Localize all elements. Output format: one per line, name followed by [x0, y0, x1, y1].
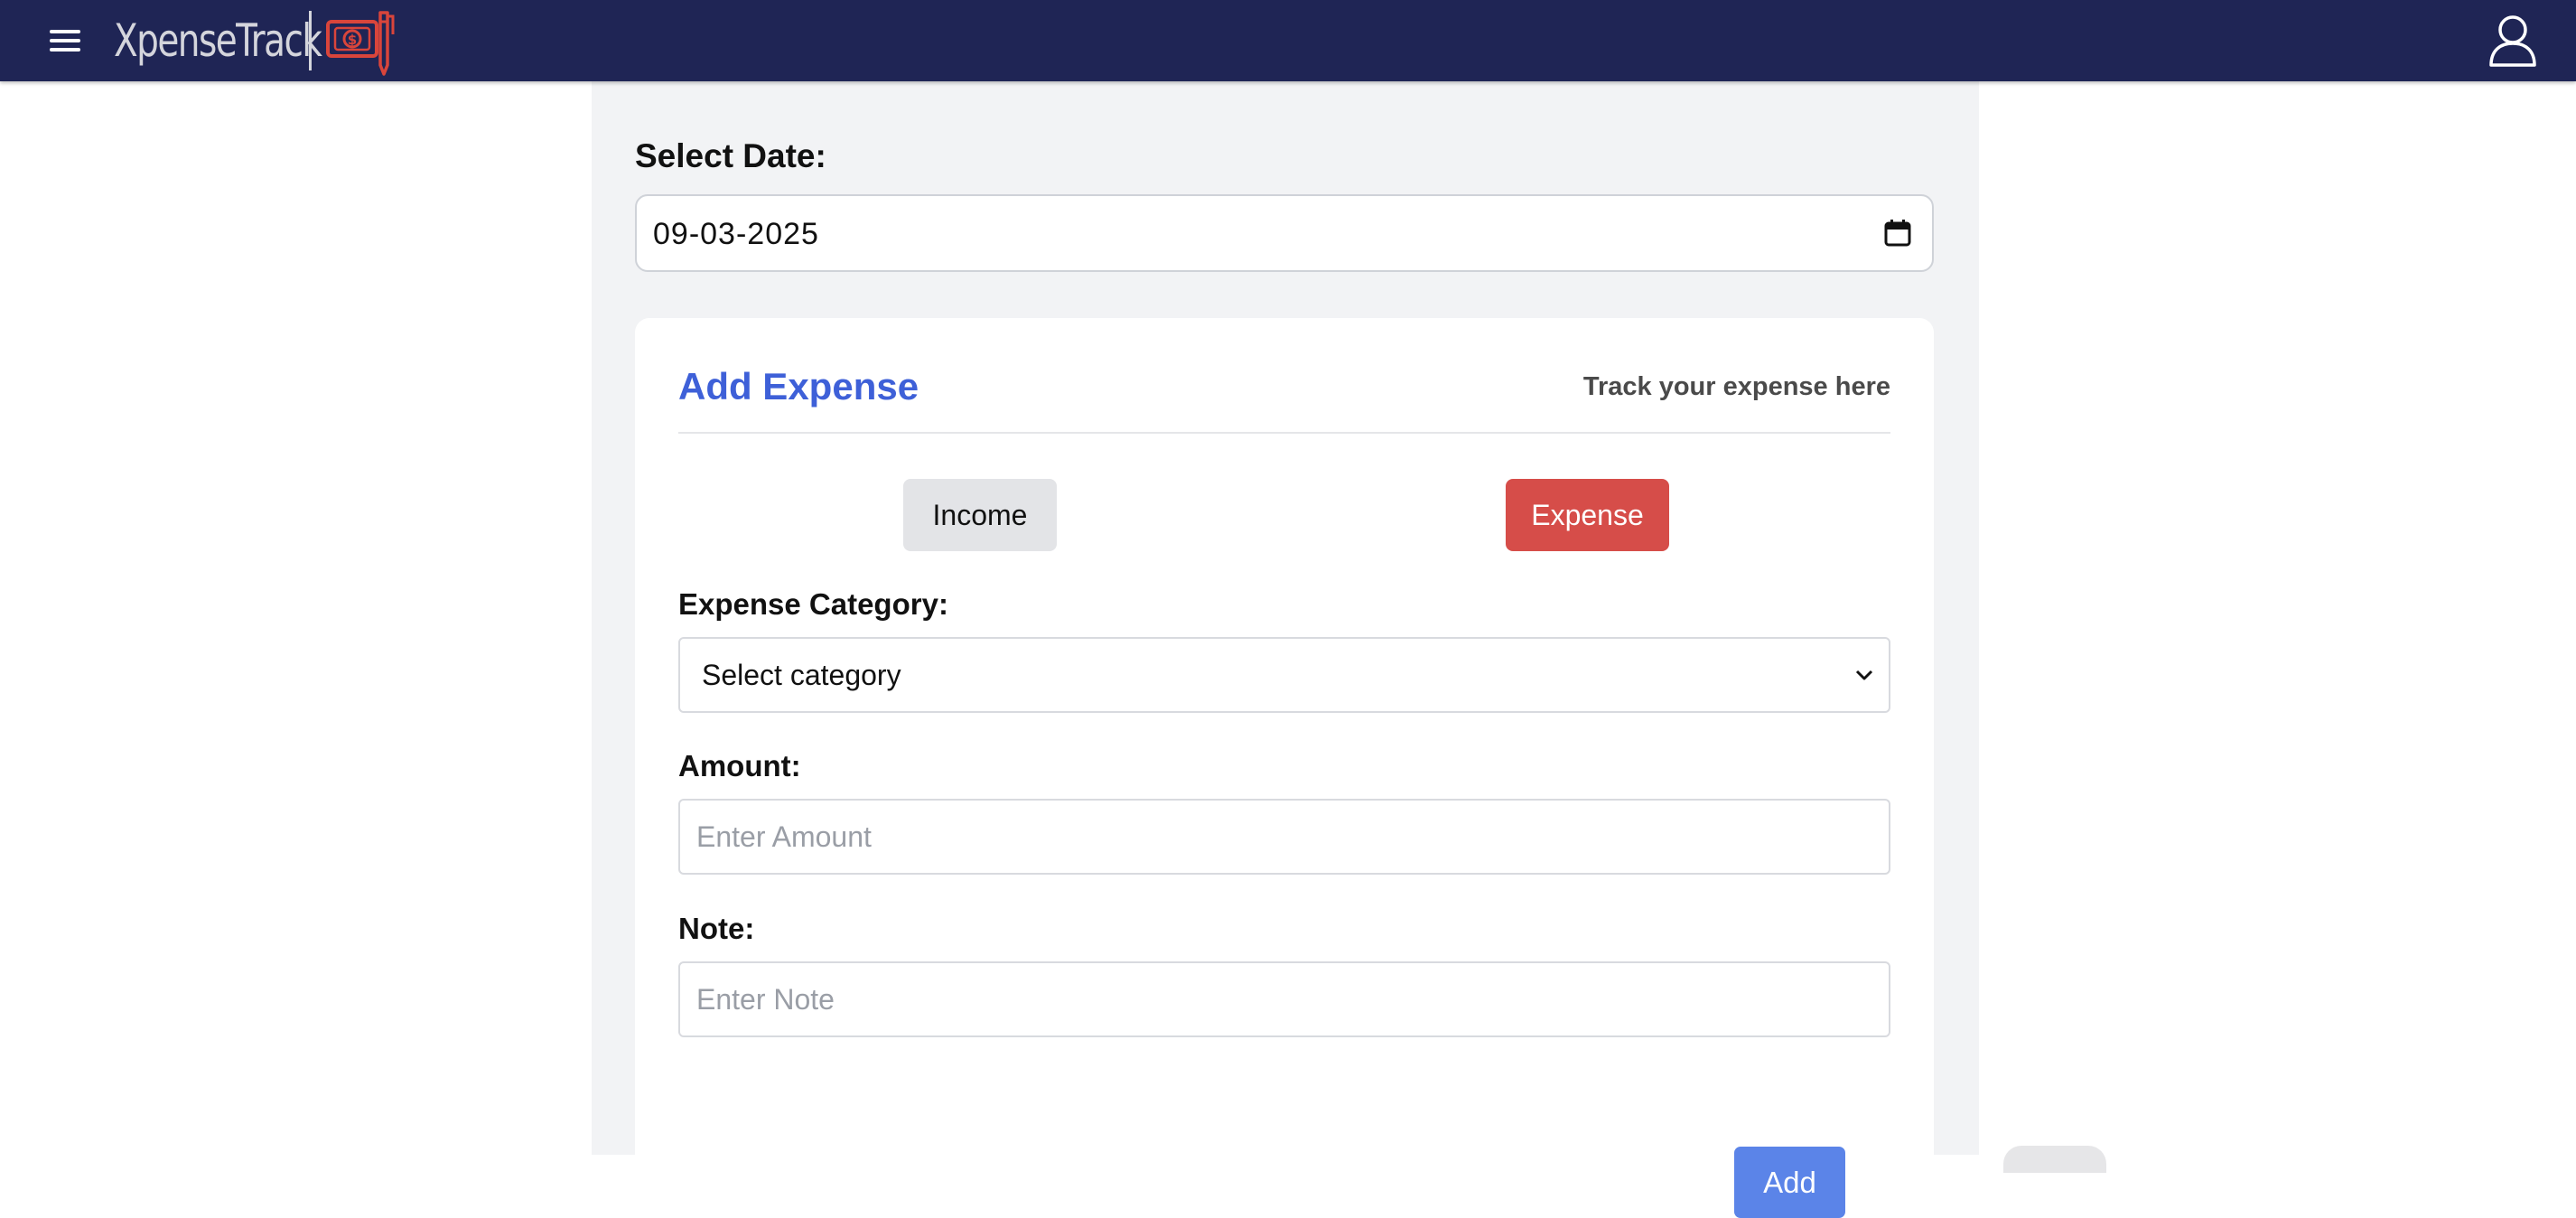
category-selected-value: Select category — [702, 659, 901, 691]
add-button[interactable]: Add — [1734, 1147, 1845, 1218]
select-date-label: Select Date: — [635, 137, 826, 174]
note-input[interactable]: Enter Note — [678, 961, 1890, 1037]
main-content: Select Date: 09-03-2025 Add Expense Trac… — [592, 81, 1979, 1218]
date-value: 09-03-2025 — [653, 217, 819, 251]
hamburger-menu-icon[interactable] — [47, 26, 83, 55]
money-bill-pen-icon: $ — [326, 11, 395, 76]
income-toggle-button[interactable]: Income — [903, 479, 1057, 551]
amount-placeholder: Enter Amount — [696, 820, 872, 853]
add-expense-card: Add Expense Track your expense here Inco… — [635, 318, 1934, 1218]
card-title: Add Expense — [678, 365, 919, 408]
card-divider — [678, 432, 1890, 434]
amount-label: Amount: — [678, 749, 801, 782]
category-select[interactable]: Select category — [678, 637, 1890, 713]
expense-toggle-button[interactable]: Expense — [1506, 479, 1669, 551]
calendar-icon[interactable] — [1883, 219, 1912, 248]
date-input[interactable]: 09-03-2025 — [635, 194, 1934, 272]
floating-tab-edge[interactable] — [2003, 1146, 2106, 1173]
app-logo[interactable]: XpenseTrack $ — [114, 4, 398, 78]
amount-input[interactable]: Enter Amount — [678, 799, 1890, 875]
top-navbar: XpenseTrack $ — [0, 0, 2576, 81]
note-label: Note: — [678, 912, 755, 945]
svg-text:$: $ — [348, 32, 357, 48]
logo-text: XpenseTrack — [114, 14, 322, 67]
note-placeholder: Enter Note — [696, 983, 835, 1016]
expense-category-label: Expense Category: — [678, 587, 948, 621]
chevron-down-icon — [1855, 670, 1873, 680]
card-subtitle: Track your expense here — [1582, 372, 1890, 401]
user-profile-icon[interactable] — [2486, 13, 2540, 69]
